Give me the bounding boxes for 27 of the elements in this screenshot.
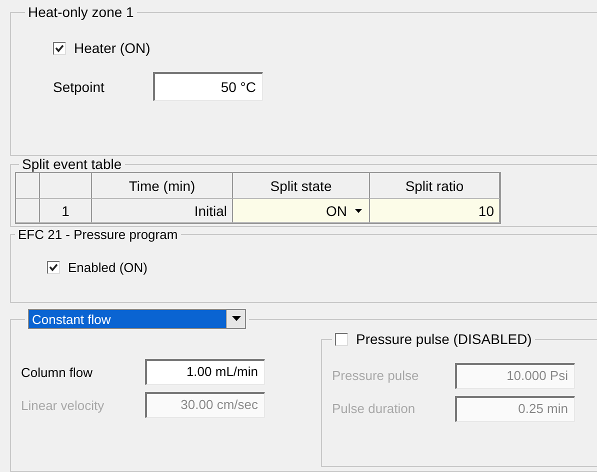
dropdown-cell[interactable]: ON <box>233 199 370 223</box>
checkbox[interactable] <box>53 42 66 54</box>
checkbox[interactable] <box>47 261 60 274</box>
field-label: Pressure pulse <box>332 368 420 383</box>
group-title: EFC 21 - Pressure program <box>18 227 178 242</box>
field-label: Pulse duration <box>332 401 416 416</box>
check-icon <box>49 263 58 272</box>
group-title: Heat-only zone 1 <box>28 4 134 20</box>
column-header: Split state <box>233 173 370 199</box>
table-cell: 10 <box>370 199 500 223</box>
field-label: Column flow <box>21 364 94 380</box>
checkbox-label: Enabled (ON) <box>68 260 148 275</box>
checkbox-label: Heater (ON) <box>74 40 150 56</box>
row-number: 1 <box>40 199 92 223</box>
field-label: Linear velocity <box>21 398 106 412</box>
text-field[interactable]: 50 °C <box>153 72 263 101</box>
checkbox-label: Pressure pulse (DISABLED) <box>356 331 532 347</box>
mode-dropdown[interactable]: Constant flow <box>28 309 246 329</box>
group-title: Split event table <box>22 156 122 172</box>
table-cell: Initial <box>92 199 233 223</box>
check-icon <box>55 44 64 52</box>
column-header: Time (min) <box>92 173 233 199</box>
column-header: Split ratio <box>370 173 500 199</box>
field-label: Setpoint <box>53 78 106 94</box>
checkbox[interactable] <box>335 332 348 346</box>
text-field[interactable]: 1.00 mL/min <box>145 359 265 385</box>
caret-icon <box>232 316 240 322</box>
